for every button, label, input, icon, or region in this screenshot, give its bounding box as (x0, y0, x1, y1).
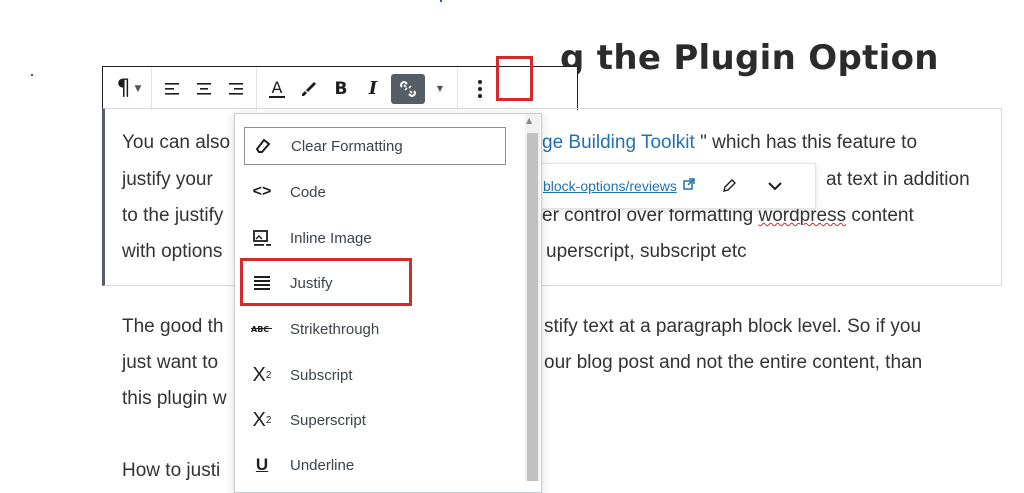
link-popover: block-options/reviews (532, 163, 816, 209)
vertical-ellipsis-icon[interactable] (466, 73, 494, 105)
menu-item-underline[interactable]: U Underline (244, 446, 506, 484)
paragraph-line: just want to (122, 352, 219, 373)
paragraph-line: with options (122, 241, 223, 262)
stray-dot (440, 0, 442, 2)
menu-item-superscript[interactable]: X2 Superscript (244, 401, 506, 439)
paragraph-line: stify text at a paragraph block level. S… (544, 316, 922, 337)
menu-item-label: Superscript (290, 411, 366, 429)
code-icon: <> (252, 183, 272, 200)
bold-button[interactable]: B (327, 73, 355, 105)
dropdown-scroll-thumb[interactable] (527, 133, 538, 481)
menu-item-clear-formatting[interactable]: Clear Formatting (244, 127, 506, 165)
scroll-up-arrow-icon[interactable]: ▲ (526, 116, 532, 125)
subscript-icon: X2 (252, 363, 272, 386)
paragraph-line: this plugin w (122, 388, 227, 409)
italic-button[interactable]: I (359, 73, 387, 105)
align-left-icon[interactable] (158, 73, 186, 105)
menu-item-label: Clear Formatting (291, 137, 403, 155)
section-heading: g the Plugin Option (560, 38, 939, 78)
paragraph-line: ge Building Toolkit " which has this fea… (542, 132, 918, 153)
caret-down-icon: ▼ (134, 83, 142, 94)
paragraph-line: You can also (122, 132, 231, 153)
brush-icon[interactable] (295, 73, 323, 105)
text-color-button[interactable]: A (263, 73, 291, 105)
text-color-label: A (271, 77, 283, 97)
chevron-down-icon[interactable] (759, 170, 791, 202)
paragraph-line: How to justi (122, 460, 221, 481)
chevron-down-icon[interactable]: ▼ (429, 73, 451, 105)
paragraph-line: to the justify (122, 205, 224, 226)
svg-text:ABC: ABC (251, 325, 269, 334)
alignment-group (152, 67, 257, 110)
menu-item-label: Strikethrough (290, 320, 380, 338)
paragraph-line: The good th (122, 316, 224, 337)
eraser-icon (251, 137, 275, 155)
unlink-icon[interactable] (391, 73, 425, 104)
toolkit-link[interactable]: ge Building Toolkit (542, 132, 695, 153)
menu-item-label: Underline (290, 456, 355, 474)
paragraph-line: uperscript, subscript etc (546, 241, 747, 262)
menu-item-subscript[interactable]: X2 Subscript (244, 356, 506, 394)
menu-item-label: Code (290, 183, 326, 201)
link-url[interactable]: block-options/reviews (543, 178, 677, 194)
menu-item-inline-image[interactable]: Inline Image (244, 219, 506, 257)
text-color-underline (269, 95, 285, 98)
menu-item-label: Subscript (290, 366, 353, 384)
menu-item-label: Inline Image (290, 229, 372, 247)
inline-image-icon (250, 229, 274, 247)
paragraph-line: justify your (122, 169, 213, 190)
underline-icon: U (255, 455, 269, 474)
paragraph-line: our blog post and not the entire content… (544, 352, 923, 373)
external-link-icon[interactable] (683, 178, 695, 194)
stray-dot (31, 74, 33, 76)
format-group: A B I ▼ (257, 67, 458, 110)
strikethrough-icon: ABC (250, 323, 274, 335)
align-center-icon[interactable] (190, 73, 218, 105)
menu-item-strikethrough[interactable]: ABC Strikethrough (244, 310, 506, 348)
annotation-highlight-box (240, 258, 412, 306)
block-type-group: ¶ ▼ (103, 67, 152, 110)
paragraph-line: at text in addition (826, 169, 970, 190)
align-right-icon[interactable] (222, 73, 250, 105)
superscript-icon: X2 (252, 408, 272, 431)
pencil-icon[interactable] (713, 170, 745, 202)
menu-item-code[interactable]: <> Code (244, 173, 506, 211)
pilcrow-icon[interactable]: ¶ ▼ (115, 73, 143, 105)
annotation-highlight-box (496, 56, 533, 101)
